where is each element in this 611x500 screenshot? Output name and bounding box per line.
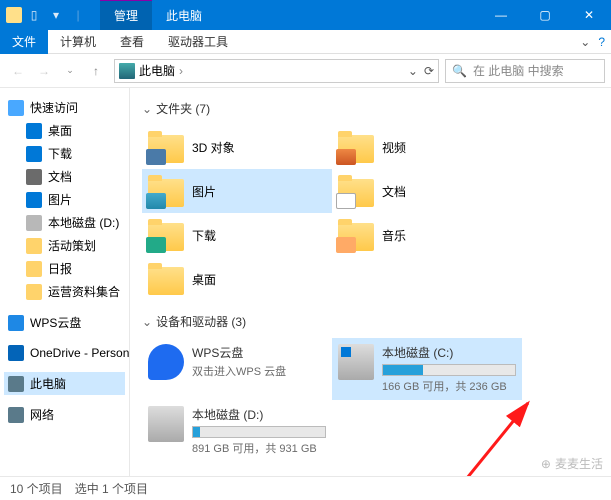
device-item[interactable]: WPS云盘双击进入WPS 云盘: [142, 338, 332, 400]
navigation-pane: 快速访问 桌面下载文档图片本地磁盘 (D:)活动策划日报运营资料集合 WPS云盘…: [0, 88, 130, 476]
devices-section-header[interactable]: ⌄ 设备和驱动器 (3): [142, 309, 599, 334]
content-area: ⌄ 文件夹 (7) 3D 对象视频图片文档下载音乐桌面 ⌄ 设备和驱动器 (3)…: [130, 88, 611, 476]
folder-item[interactable]: 3D 对象: [142, 125, 332, 169]
folder-icon: [338, 219, 374, 251]
item-icon: [26, 192, 42, 208]
navigation-bar: ← → ⌄ ↑ 此电脑 › ⌄ ⟳ 🔍 在 此电脑 中搜索: [0, 54, 611, 88]
network-icon: [8, 407, 24, 423]
wps-icon: [8, 315, 24, 331]
sidebar-item[interactable]: 活动策划: [4, 234, 125, 257]
thispc-icon: [119, 63, 135, 79]
device-item[interactable]: 本地磁盘 (D:)891 GB 可用，共 931 GB: [142, 400, 332, 462]
sidebar-wps[interactable]: WPS云盘: [4, 311, 125, 334]
folder-item[interactable]: 音乐: [332, 213, 522, 257]
folder-item[interactable]: 视频: [332, 125, 522, 169]
ribbon-tabs: 文件 计算机 查看 驱动器工具 ⌄ ?: [0, 30, 611, 54]
title-text: 此电脑: [152, 1, 216, 30]
search-input[interactable]: 🔍 在 此电脑 中搜索: [445, 59, 605, 83]
qat-btn-1[interactable]: ▯: [24, 5, 44, 25]
folder-item[interactable]: 图片: [142, 169, 332, 213]
ribbon-tab-view[interactable]: 查看: [108, 29, 156, 54]
watermark-icon: ⊕: [541, 457, 551, 471]
sidebar-network[interactable]: 网络: [4, 403, 125, 426]
wps-drive-icon: [148, 344, 184, 380]
title-bar: ▯ ▾ | 管理 此电脑 — ▢ ✕: [0, 0, 611, 30]
sidebar-item[interactable]: 图片: [4, 188, 125, 211]
folder-item[interactable]: 文档: [332, 169, 522, 213]
sidebar-thispc[interactable]: 此电脑: [4, 372, 125, 395]
sidebar-item[interactable]: 下载: [4, 142, 125, 165]
ribbon-collapse-icon[interactable]: ⌄: [580, 35, 590, 49]
item-icon: [26, 123, 42, 139]
dropdown-icon[interactable]: ⌄: [408, 64, 418, 78]
window-controls: — ▢ ✕: [479, 0, 611, 30]
maximize-button[interactable]: ▢: [523, 0, 567, 30]
chevron-down-icon: ⌄: [142, 102, 152, 116]
folders-section-header[interactable]: ⌄ 文件夹 (7): [142, 96, 599, 121]
sidebar-item[interactable]: 桌面: [4, 119, 125, 142]
folder-icon: [148, 175, 184, 207]
qat-btn-2[interactable]: ▾: [46, 5, 66, 25]
item-count: 10 个项目: [10, 480, 63, 497]
close-button[interactable]: ✕: [567, 0, 611, 30]
sidebar-quick-access[interactable]: 快速访问: [4, 96, 125, 119]
back-button[interactable]: ←: [6, 59, 30, 83]
chevron-down-icon: ⌄: [142, 315, 152, 329]
watermark: ⊕ 麦麦生活: [541, 455, 603, 472]
drive-icon: [148, 406, 184, 442]
forward-button[interactable]: →: [32, 59, 56, 83]
sidebar-onedrive[interactable]: OneDrive - Persona: [4, 342, 125, 364]
ribbon-tab-drive-tools[interactable]: 驱动器工具: [156, 29, 240, 54]
item-icon: [26, 284, 42, 300]
item-icon: [26, 215, 42, 231]
refresh-icon[interactable]: ⟳: [424, 64, 434, 78]
sidebar-item[interactable]: 运营资料集合: [4, 280, 125, 303]
ribbon-tab-file[interactable]: 文件: [0, 29, 48, 54]
sidebar-item[interactable]: 本地磁盘 (D:): [4, 211, 125, 234]
ribbon-tab-computer[interactable]: 计算机: [48, 29, 108, 54]
drive-icon: [338, 344, 374, 380]
folder-icon: [148, 219, 184, 251]
qat-separator: |: [68, 5, 88, 25]
onedrive-icon: [8, 345, 24, 361]
folder-icon: [148, 131, 184, 163]
folder-icon: [338, 175, 374, 207]
folder-item[interactable]: 下载: [142, 213, 332, 257]
item-icon: [26, 261, 42, 277]
search-placeholder: 在 此电脑 中搜索: [473, 62, 564, 79]
context-tab-manage[interactable]: 管理: [100, 0, 152, 30]
search-icon: 🔍: [452, 64, 467, 78]
recent-dropdown-icon[interactable]: ⌄: [58, 59, 82, 83]
device-item[interactable]: 本地磁盘 (C:)166 GB 可用，共 236 GB: [332, 338, 522, 400]
pc-icon: [8, 376, 24, 392]
quick-access-toolbar: ▯ ▾ |: [0, 5, 88, 25]
minimize-button[interactable]: —: [479, 0, 523, 30]
up-button[interactable]: ↑: [84, 59, 108, 83]
app-icon[interactable]: [6, 7, 22, 23]
status-bar: 10 个项目 选中 1 个项目: [0, 476, 611, 500]
breadcrumb-segment[interactable]: 此电脑: [139, 62, 175, 79]
sidebar-item[interactable]: 文档: [4, 165, 125, 188]
folder-icon: [338, 131, 374, 163]
sidebar-item[interactable]: 日报: [4, 257, 125, 280]
folder-icon: [148, 263, 184, 295]
item-icon: [26, 238, 42, 254]
address-bar[interactable]: 此电脑 › ⌄ ⟳: [114, 59, 439, 83]
help-icon[interactable]: ?: [598, 35, 605, 49]
selection-count: 选中 1 个项目: [75, 480, 148, 497]
item-icon: [26, 146, 42, 162]
star-icon: [8, 100, 24, 116]
item-icon: [26, 169, 42, 185]
folder-item[interactable]: 桌面: [142, 257, 332, 301]
contextual-tabs: 管理 此电脑: [100, 0, 216, 30]
